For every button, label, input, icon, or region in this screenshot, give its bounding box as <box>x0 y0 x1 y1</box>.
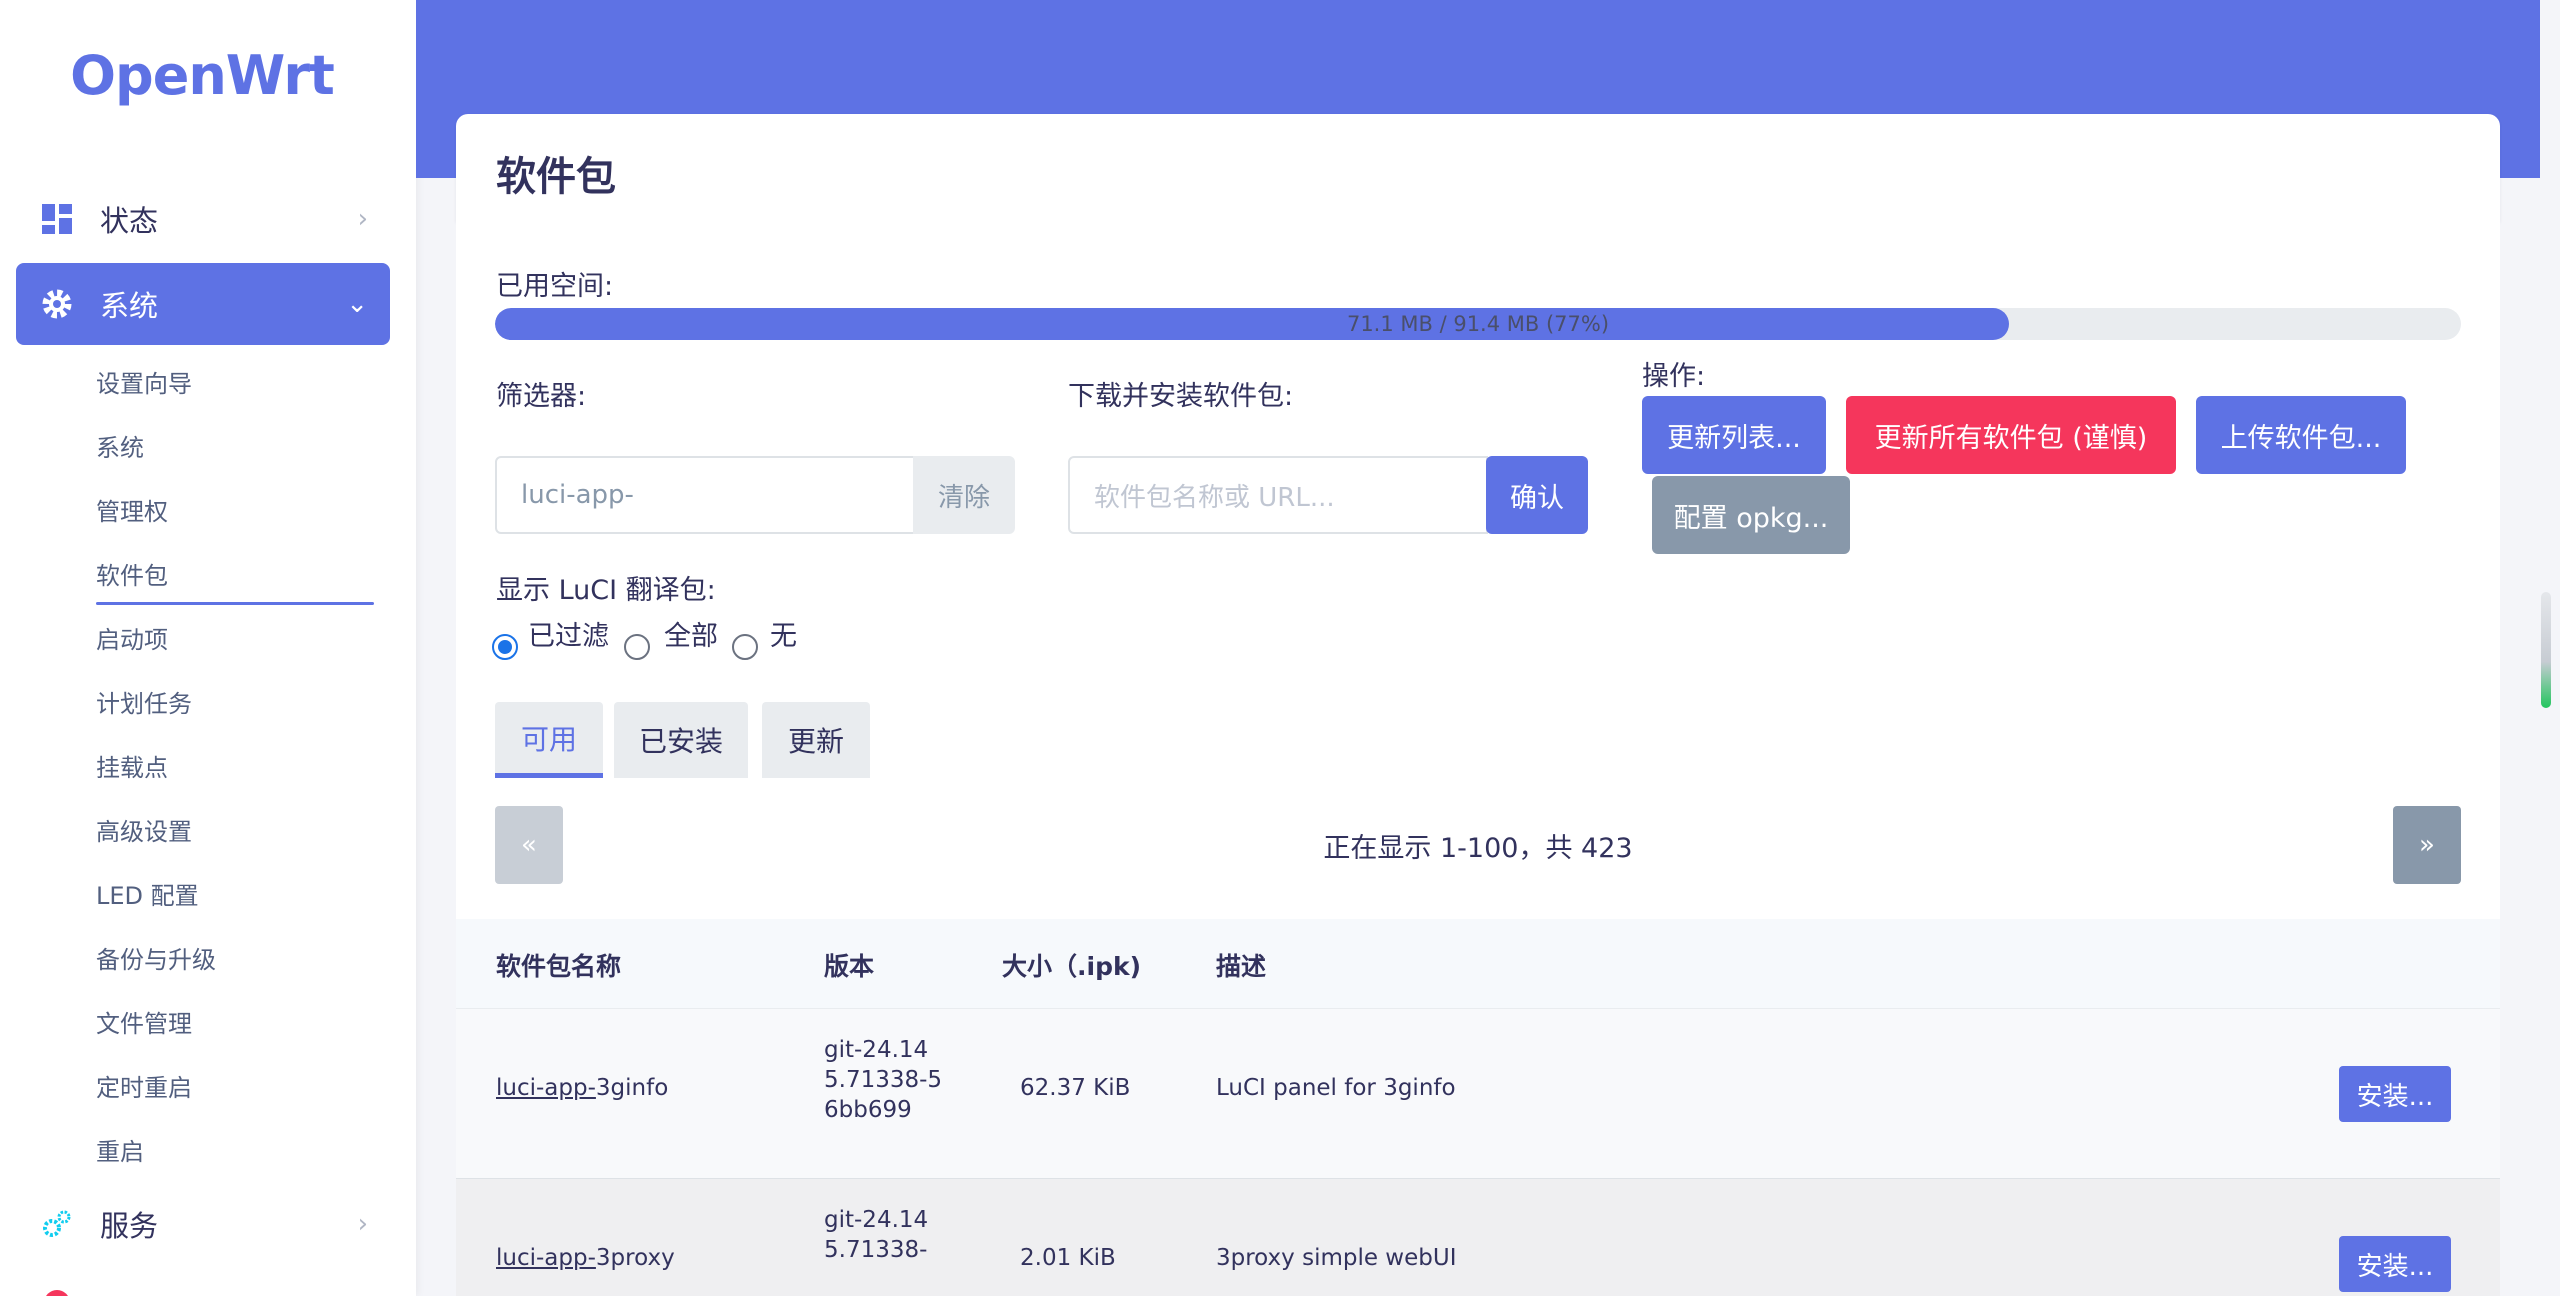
package-url-placeholder: 软件包名称或 URL... <box>1094 482 1335 513</box>
tab-installed[interactable]: 已安装 <box>614 702 748 778</box>
storage-label: 已用空间: <box>496 271 614 302</box>
tab-available[interactable]: 可用 <box>495 702 603 778</box>
sidebar-item-led[interactable]: LED 配置 <box>96 876 199 911</box>
package-version: git-24.145.71338-56bb699 <box>824 1037 943 1123</box>
radio-none-label: 无 <box>770 621 797 652</box>
nav-next-cut-off[interactable] <box>16 1262 390 1296</box>
col-description: 描述 <box>1216 952 1267 981</box>
clear-button[interactable]: 清除 <box>913 456 1015 534</box>
download-label: 下载并安装软件包: <box>1068 381 1294 412</box>
sidebar-item-advanced[interactable]: 高级设置 <box>96 812 192 847</box>
storage-progress: 71.1 MB / 91.4 MB (77%) <box>495 308 2461 340</box>
radio-all[interactable] <box>624 634 650 660</box>
actions-label: 操作: <box>1642 361 1706 392</box>
upgrade-all-button[interactable]: 更新所有软件包 (谨慎) <box>1846 396 2176 474</box>
col-name: 软件包名称 <box>496 952 622 981</box>
nav-services-label: 服务 <box>100 1209 159 1243</box>
sidebar-item-administration[interactable]: 管理权 <box>96 492 168 527</box>
package-size: 62.37 KiB <box>1020 1075 1131 1101</box>
sidebar-item-mount-points[interactable]: 挂载点 <box>96 748 168 783</box>
configure-opkg-button[interactable]: 配置 opkg... <box>1652 476 1850 554</box>
storage-progress-text: 71.1 MB / 91.4 MB (77%) <box>1346 312 1610 336</box>
package-name-prefix[interactable]: luci-app- <box>496 1245 596 1271</box>
sidebar-item-file-manager[interactable]: 文件管理 <box>96 1004 192 1039</box>
nav-status-label: 状态 <box>100 204 159 238</box>
chevron-right-icon: › <box>357 204 368 234</box>
page-title: 软件包 <box>496 154 616 200</box>
circle-icon <box>40 1286 74 1296</box>
nav-system-label: 系统 <box>100 289 159 323</box>
table-row: luci-app-3ginfo git-24.145.71338-56bb699… <box>456 1009 2500 1179</box>
sidebar-item-startup[interactable]: 启动项 <box>96 620 168 655</box>
pager-info: 正在显示 1-100，共 423 <box>1323 833 1633 864</box>
package-description: LuCI panel for 3ginfo <box>1216 1075 1456 1101</box>
sidebar-item-scheduled-tasks[interactable]: 计划任务 <box>96 684 192 719</box>
radio-filtered[interactable] <box>492 634 518 660</box>
next-page-button[interactable]: » <box>2393 806 2461 884</box>
filter-input[interactable]: luci-app- <box>495 456 915 534</box>
filter-input-value: luci-app- <box>521 480 634 510</box>
nav-services[interactable]: 服务 › <box>16 1183 390 1265</box>
dashboard-icon <box>40 202 74 236</box>
update-lists-button[interactable]: 更新列表... <box>1642 396 1826 474</box>
package-name[interactable]: luci-app-3proxy <box>496 1245 675 1271</box>
sidebar-item-scheduled-reboot[interactable]: 定时重启 <box>96 1068 192 1103</box>
radio-all-label: 全部 <box>664 621 718 652</box>
nav-system[interactable]: 系统 ⌄ <box>16 263 390 345</box>
table-header: 软件包名称 版本 大小（.ipk) 描述 <box>456 919 2500 1009</box>
chevron-right-icon: › <box>357 1209 368 1239</box>
upload-package-button[interactable]: 上传软件包... <box>2196 396 2406 474</box>
radio-filtered-label: 已过滤 <box>528 621 609 652</box>
package-name-suffix: 3proxy <box>595 1245 675 1271</box>
sidebar-item-system[interactable]: 系统 <box>96 428 144 463</box>
sidebar-item-reboot[interactable]: 重启 <box>96 1132 144 1167</box>
tab-updates[interactable]: 更新 <box>762 702 870 778</box>
confirm-button[interactable]: 确认 <box>1486 456 1588 534</box>
chevron-down-icon: ⌄ <box>346 289 368 319</box>
package-size: 2.01 KiB <box>1020 1245 1116 1271</box>
filter-label: 筛选器: <box>496 381 587 412</box>
card-header: 软件包 <box>456 114 2500 222</box>
sidebar-item-software[interactable]: 软件包 <box>96 556 374 605</box>
install-button[interactable]: 安装... <box>2339 1066 2451 1122</box>
gear-icon <box>40 287 74 321</box>
table-row: luci-app-3proxy git-24.145.71338- 2.01 K… <box>456 1179 2500 1296</box>
card-body: 已用空间: 71.1 MB / 91.4 MB (77%) 筛选器: luci-… <box>456 222 2500 1296</box>
package-name[interactable]: luci-app-3ginfo <box>496 1075 668 1101</box>
scrollbar-thumb[interactable] <box>2541 592 2551 708</box>
sidebar-item-setup-wizard[interactable]: 设置向导 <box>96 364 192 399</box>
gears-icon <box>40 1207 74 1241</box>
sidebar-item-backup[interactable]: 备份与升级 <box>96 940 216 975</box>
radio-none[interactable] <box>732 634 758 660</box>
translation-label: 显示 LuCI 翻译包: <box>496 575 716 606</box>
install-button[interactable]: 安装... <box>2339 1236 2451 1292</box>
nav-status[interactable]: 状态 › <box>16 178 390 260</box>
package-name-suffix: 3ginfo <box>595 1075 669 1101</box>
package-url-input[interactable]: 软件包名称或 URL... <box>1068 456 1488 534</box>
col-size: 大小（.ipk) <box>1002 952 1142 981</box>
package-description: 3proxy simple webUI <box>1216 1245 1457 1271</box>
sidebar: OpenWrt 状态 › 系统 ⌄ 设置向导 系统 管理权 软件包 启动项 计划… <box>0 0 416 1296</box>
package-version: git-24.145.71338- <box>824 1207 929 1263</box>
package-name-prefix[interactable]: luci-app- <box>496 1075 596 1101</box>
openwrt-logo[interactable]: OpenWrt <box>0 44 404 107</box>
col-version: 版本 <box>824 952 875 981</box>
